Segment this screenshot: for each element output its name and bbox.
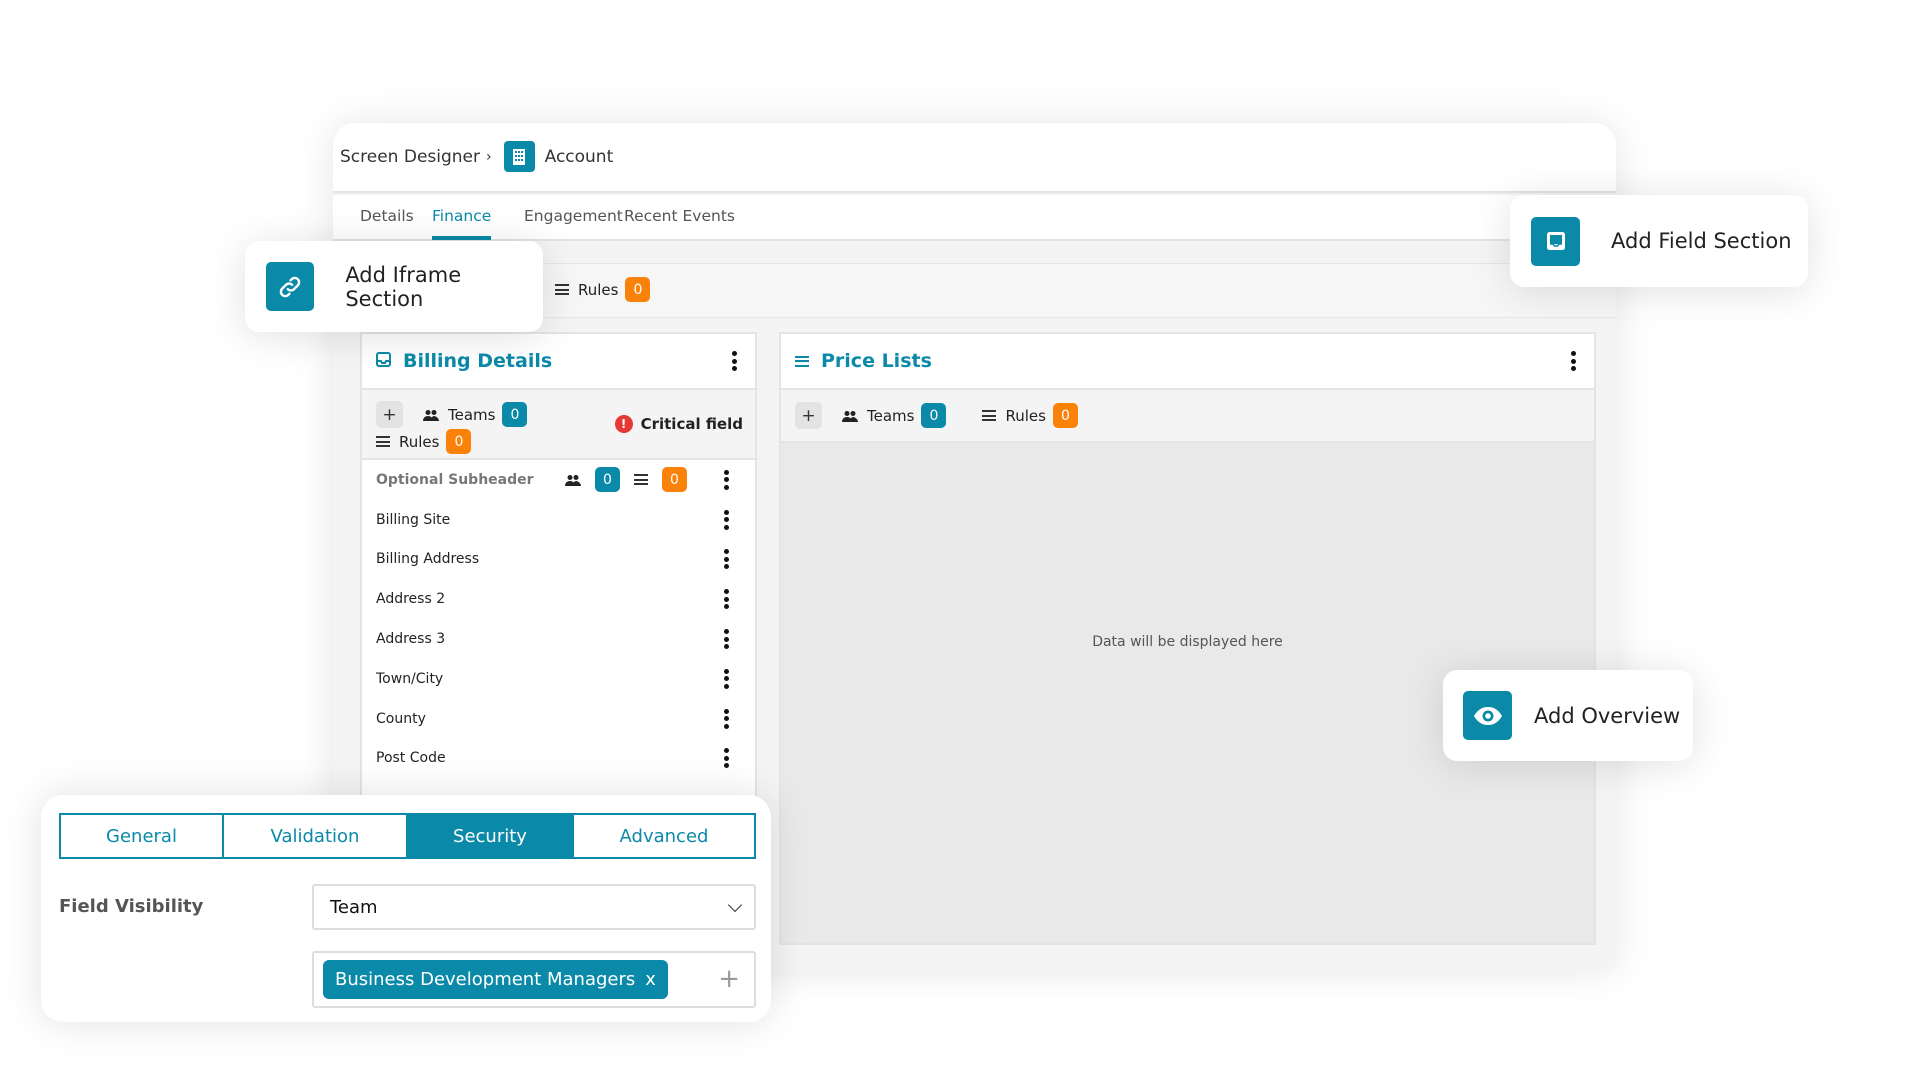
add-tag-icon[interactable]: + xyxy=(718,964,740,994)
team-tag-input[interactable]: Business Development Managers x + xyxy=(312,951,756,1008)
popup-label: Add Iframe Section xyxy=(345,262,462,311)
section-header: Billing Details xyxy=(362,334,755,390)
section-meta: + Teams 0 Rules 0 xyxy=(781,390,1594,443)
tab-finance[interactable]: Finance xyxy=(432,207,492,240)
eye-icon xyxy=(1463,691,1512,740)
subheader-row[interactable]: Optional Subheader 0 0 xyxy=(362,460,755,500)
popup-label: Add Overview xyxy=(1534,703,1681,728)
popup-label: Add Field Section xyxy=(1611,229,1792,253)
add-button[interactable]: + xyxy=(795,402,822,429)
tab-details[interactable]: Details xyxy=(360,207,414,225)
add-overview-button[interactable]: Add Overview xyxy=(1443,670,1693,761)
list-icon xyxy=(982,410,997,421)
row-menu-icon[interactable] xyxy=(723,708,729,729)
critical-label: Critical field xyxy=(640,415,743,433)
alert-icon: ! xyxy=(614,415,633,433)
property-tabs: General Validation Security Advanced xyxy=(59,813,756,859)
chevron-right-icon: › xyxy=(486,148,492,165)
field-row[interactable]: Address 3 xyxy=(362,619,755,659)
field-name: Billing Site xyxy=(376,511,451,528)
field-visibility-label: Field Visibility xyxy=(59,896,204,917)
empty-state-text: Data will be displayed here xyxy=(1092,634,1283,650)
field-name: Address 3 xyxy=(376,631,446,648)
row-menu-icon[interactable] xyxy=(723,668,729,689)
row-menu-icon[interactable] xyxy=(723,629,729,650)
tab-recent-events[interactable]: Recent Events xyxy=(624,207,735,225)
teams-count-badge: 0 xyxy=(595,467,620,493)
field-row[interactable]: Post Code xyxy=(362,739,755,779)
breadcrumb: Screen Designer › Account xyxy=(340,141,613,172)
list-icon xyxy=(555,284,569,295)
add-field-section-button[interactable]: Add Field Section xyxy=(1510,195,1808,287)
inbox-icon xyxy=(1531,216,1580,266)
field-row[interactable]: Town/City xyxy=(362,659,755,699)
page-rules[interactable]: Rules 0 xyxy=(555,277,651,302)
field-name: County xyxy=(376,710,426,727)
tab-bar: Details Finance Engagement Recent Events xyxy=(333,195,1616,241)
field-name: Town/City xyxy=(376,670,444,687)
teams-count-badge: 0 xyxy=(921,403,947,428)
rules-count-badge: 0 xyxy=(446,429,472,454)
row-menu-icon[interactable] xyxy=(723,509,729,530)
chevron-down-icon xyxy=(727,897,743,913)
field-name: Billing Address xyxy=(376,551,480,568)
list-icon xyxy=(795,355,809,367)
section-header: Price Lists xyxy=(781,334,1594,390)
teams-label: Teams xyxy=(867,406,915,425)
teams-count-badge: 0 xyxy=(502,402,528,427)
team-icon xyxy=(842,410,858,422)
section-menu-icon[interactable] xyxy=(731,351,737,371)
row-menu-icon[interactable] xyxy=(723,549,729,570)
breadcrumb-parent[interactable]: Screen Designer xyxy=(340,147,480,167)
link-icon xyxy=(266,262,315,311)
tab-security[interactable]: Security xyxy=(408,815,574,857)
field-properties-panel: General Validation Security Advanced Fie… xyxy=(41,795,771,1022)
field-row[interactable]: Address 2 xyxy=(362,579,755,619)
breadcrumb-current: Account xyxy=(544,146,614,167)
inbox-icon xyxy=(376,350,391,372)
rules-label: Rules xyxy=(1005,406,1046,425)
tag-label: Business Development Managers xyxy=(335,969,636,990)
team-icon xyxy=(565,474,581,486)
building-icon xyxy=(503,141,535,172)
field-row[interactable]: Billing Site xyxy=(362,500,755,540)
tab-advanced[interactable]: Advanced xyxy=(574,815,754,857)
section-meta: + Teams 0 Rules 0 ! Critical field xyxy=(362,390,755,460)
header: Screen Designer › Account xyxy=(333,123,1616,193)
tab-validation[interactable]: Validation xyxy=(224,815,408,857)
list-icon xyxy=(634,474,648,486)
field-name: Post Code xyxy=(376,750,446,767)
list-icon xyxy=(376,436,390,447)
critical-field-indicator: ! Critical field xyxy=(614,415,743,433)
tab-general[interactable]: General xyxy=(61,815,224,857)
section-menu-icon[interactable] xyxy=(1570,351,1576,371)
team-tag: Business Development Managers x xyxy=(323,960,668,999)
row-menu-icon[interactable] xyxy=(723,589,729,610)
field-name: Address 2 xyxy=(376,591,446,608)
add-button[interactable]: + xyxy=(376,401,403,428)
rules-count-badge: 0 xyxy=(662,467,687,493)
remove-tag-icon[interactable]: x xyxy=(645,969,656,990)
field-visibility-select[interactable]: Team xyxy=(312,884,756,930)
row-menu-icon[interactable] xyxy=(723,469,729,490)
teams-label: Teams xyxy=(448,405,496,424)
rules-label: Rules xyxy=(399,432,440,451)
section-title: Price Lists xyxy=(821,350,932,372)
field-row[interactable]: Billing Address xyxy=(362,540,755,580)
field-row[interactable]: County xyxy=(362,699,755,739)
add-iframe-section-button[interactable]: Add Iframe Section xyxy=(245,241,543,332)
row-menu-icon[interactable] xyxy=(723,748,729,769)
subheader-label: Optional Subheader xyxy=(376,471,534,488)
tab-engagement[interactable]: Engagement xyxy=(524,207,623,225)
rules-label: Rules xyxy=(578,280,619,299)
selected-value: Team xyxy=(330,896,378,918)
rules-count-badge: 0 xyxy=(625,277,651,302)
team-icon xyxy=(423,409,439,421)
section-title: Billing Details xyxy=(403,350,553,372)
rules-count-badge: 0 xyxy=(1052,403,1078,428)
price-lists-section: Price Lists + Teams 0 Rules 0 Data will … xyxy=(779,332,1596,945)
